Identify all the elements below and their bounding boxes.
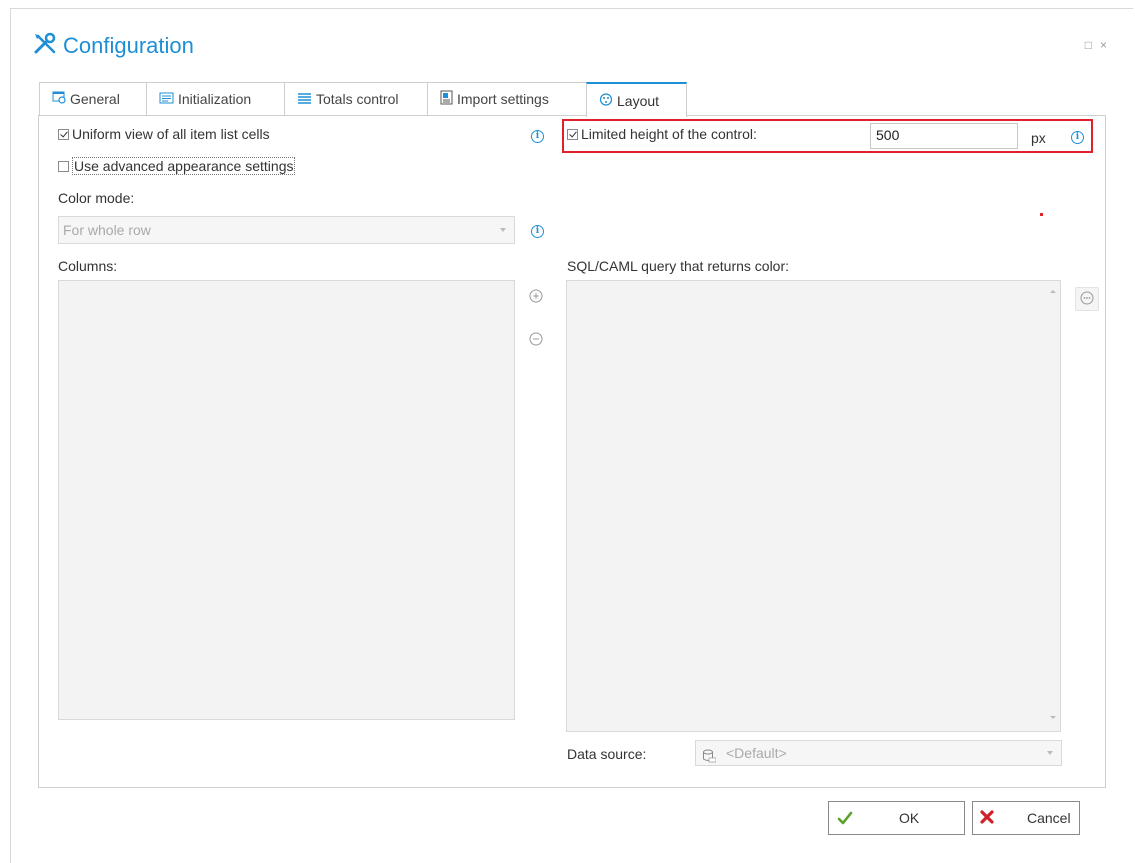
scrollbar[interactable] — [1046, 281, 1060, 731]
columns-label: Columns: — [58, 258, 118, 274]
uniform-view-check[interactable] — [58, 129, 69, 140]
sql-query-label: SQL/CAML query that returns color: — [567, 258, 790, 274]
sql-query-editor[interactable] — [566, 280, 1061, 732]
color-mode-info-icon[interactable]: i — [531, 225, 544, 238]
advanced-appearance-label: Use advanced appearance settings — [72, 157, 296, 175]
limited-height-checkbox[interactable]: Limited height of the control: — [567, 126, 757, 142]
ok-label: OK — [899, 810, 920, 826]
scroll-up-icon[interactable] — [1050, 290, 1056, 293]
cancel-x-icon — [979, 809, 995, 828]
maximize-button[interactable]: □ — [1085, 38, 1100, 52]
tab-initialization[interactable]: Initialization — [146, 82, 285, 115]
tab-totals-control-label: Totals control — [316, 91, 399, 107]
layout-tab-icon — [599, 92, 613, 109]
color-mode-value: For whole row — [63, 222, 151, 238]
columns-list[interactable] — [58, 280, 515, 720]
tab-initialization-label: Initialization — [178, 91, 252, 107]
tab-layout[interactable]: Layout — [586, 82, 687, 117]
chevron-down-icon — [500, 228, 506, 232]
advanced-appearance-checkbox[interactable]: Use advanced appearance settings — [58, 157, 296, 175]
limited-height-info-icon[interactable]: i — [1071, 131, 1084, 144]
tab-bar: General Initialization Totals control Im… — [39, 82, 687, 117]
cancel-button[interactable]: Cancel — [972, 801, 1080, 835]
color-mode-label: Color mode: — [58, 190, 135, 206]
limited-height-label: Limited height of the control: — [581, 126, 757, 142]
window-controls: □× — [1085, 38, 1115, 52]
add-column-button[interactable] — [525, 286, 547, 308]
limited-height-input[interactable]: 500 — [870, 123, 1018, 149]
dialog-title: Configuration — [33, 32, 194, 59]
advanced-appearance-check[interactable] — [58, 161, 69, 172]
uniform-view-label: Uniform view of all item list cells — [72, 126, 270, 142]
database-sql-icon — [702, 746, 717, 770]
import-settings-tab-icon — [440, 90, 453, 108]
close-button[interactable]: × — [1100, 38, 1115, 52]
info-icon[interactable]: i — [531, 130, 544, 143]
data-source-label: Data source: — [567, 746, 647, 762]
more-options-icon — [1080, 291, 1094, 308]
height-unit-label: px — [1031, 130, 1046, 146]
general-tab-icon — [52, 91, 66, 107]
data-source-select[interactable]: <Default> — [695, 740, 1062, 766]
red-marker — [1040, 213, 1043, 216]
tab-general[interactable]: General — [39, 82, 147, 115]
uniform-view-checkbox[interactable]: Uniform view of all item list cells — [58, 126, 270, 142]
cancel-label: Cancel — [1027, 810, 1071, 826]
tab-general-label: General — [70, 91, 120, 107]
limited-height-check[interactable] — [567, 129, 578, 140]
tab-import-settings-label: Import settings — [457, 91, 549, 107]
tab-import-settings[interactable]: Import settings — [427, 82, 587, 115]
tab-totals-control[interactable]: Totals control — [284, 82, 428, 115]
initialization-tab-icon — [159, 91, 174, 107]
plus-circle-icon — [529, 289, 543, 306]
tools-icon — [33, 32, 59, 59]
query-editor-button[interactable] — [1075, 287, 1099, 311]
remove-column-button[interactable] — [525, 329, 547, 351]
dialog-title-text: Configuration — [63, 32, 194, 58]
tab-layout-label: Layout — [617, 92, 660, 109]
scroll-down-icon[interactable] — [1050, 716, 1056, 719]
data-source-value: <Default> — [726, 745, 787, 761]
color-mode-select[interactable]: For whole row — [58, 216, 515, 244]
totals-control-tab-icon — [297, 91, 312, 107]
chevron-down-icon — [1047, 751, 1053, 755]
checkmark-icon — [837, 810, 853, 829]
ok-button[interactable]: OK — [828, 801, 965, 835]
minus-circle-icon — [529, 332, 543, 349]
